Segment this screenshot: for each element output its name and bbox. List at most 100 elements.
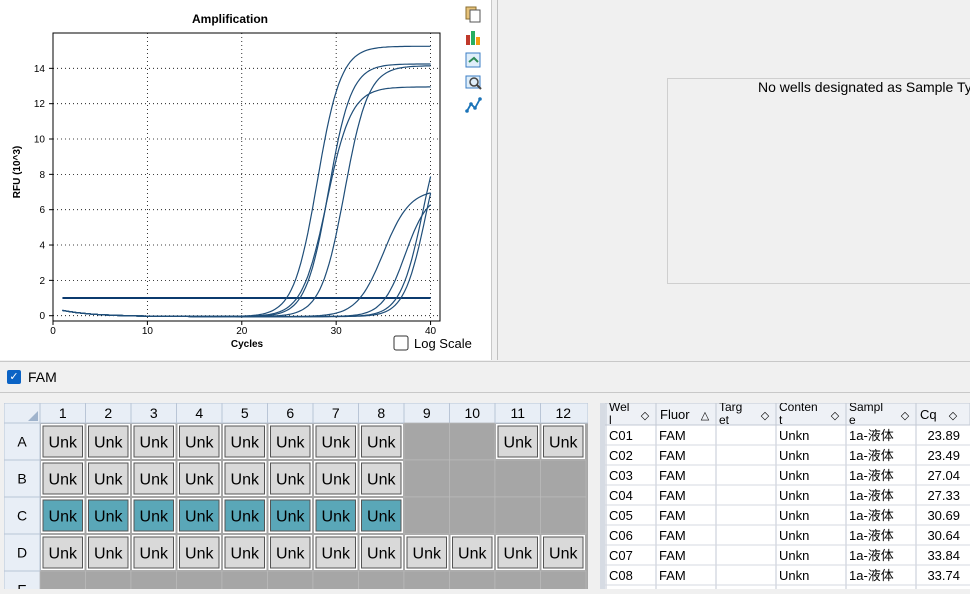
table-cell[interactable]: Unkn [779,488,809,503]
empty-well[interactable] [358,570,405,594]
trend-line-icon[interactable] [465,97,482,113]
table-cell[interactable]: C03 [609,468,633,483]
empty-well[interactable] [403,496,450,535]
well-content-label: Unk [231,435,260,452]
column-header[interactable]: 12 [555,405,571,421]
table-cell[interactable]: C06 [609,528,633,543]
empty-well[interactable] [39,570,86,594]
empty-well[interactable] [267,570,314,594]
column-header[interactable]: 3 [150,405,158,421]
column-header[interactable]: Wel [609,400,629,414]
empty-well[interactable] [449,459,496,498]
well-data-table: Wel l ◇ Fluor △ Targ et ◇ Conten t ◇ Sampl e ◇ Cq ◇ C01 F… [599,400,970,589]
table-cell[interactable]: Unkn [779,568,809,583]
table-cell[interactable]: FAM [659,468,686,483]
column-header[interactable]: Conten [779,400,818,414]
table-cell[interactable]: C01 [609,428,633,443]
pane-splitter[interactable] [492,0,498,360]
table-cell[interactable]: C02 [609,448,633,463]
column-header[interactable]: 10 [464,405,480,421]
column-header[interactable]: 1 [59,405,67,421]
table-cell[interactable]: 1a-液体 [849,528,894,543]
table-cell[interactable]: 30.69 [927,508,960,523]
table-cell[interactable]: 1a-液体 [849,508,894,523]
empty-well[interactable] [540,496,587,535]
empty-well[interactable] [494,496,541,535]
empty-well[interactable] [540,459,587,498]
empty-well[interactable] [494,459,541,498]
table-cell[interactable]: FAM [659,548,686,563]
table-cell[interactable]: 23.89 [927,428,960,443]
empty-well[interactable] [540,570,587,594]
fam-checkbox[interactable]: ✓ [7,370,21,384]
y-tick-label: 0 [39,311,45,322]
table-cell[interactable]: C04 [609,488,633,503]
table-cell[interactable]: 1a-液体 [849,548,894,563]
table-cell[interactable]: FAM [659,428,686,443]
empty-well[interactable] [403,459,450,498]
table-cell[interactable]: 1a-液体 [849,488,894,503]
sort-icon[interactable]: △ [701,410,710,422]
table-cell[interactable]: 1a-液体 [849,448,894,463]
column-header[interactable]: 8 [377,405,385,421]
column-header[interactable]: 5 [241,405,249,421]
table-cell[interactable]: Unkn [779,448,809,463]
table-cell[interactable]: Unkn [779,468,809,483]
table-cell[interactable]: FAM [659,448,686,463]
empty-well[interactable] [494,570,541,594]
table-cell[interactable]: FAM [659,508,686,523]
table-cell[interactable]: 23.49 [927,448,960,463]
table-cell[interactable]: C05 [609,508,633,523]
empty-well[interactable] [312,570,359,594]
table-cell[interactable]: C08 [609,568,633,583]
empty-well[interactable] [449,496,496,535]
empty-well[interactable] [221,570,268,594]
table-cell[interactable]: Unkn [779,508,809,523]
log-scale-label: Log Scale [414,336,472,351]
sort-icon[interactable]: ◇ [641,410,650,422]
table-cell[interactable]: 33.84 [927,548,960,563]
table-cell[interactable]: 30.64 [927,528,960,543]
column-header[interactable]: 9 [423,405,431,421]
well-content-label: Unk [49,435,78,452]
empty-well[interactable] [449,570,496,594]
table-cell[interactable]: Unkn [779,528,809,543]
table-cell[interactable]: FAM [659,528,686,543]
empty-well[interactable] [449,422,496,461]
refresh-icon[interactable] [465,52,481,68]
sort-icon[interactable]: ◇ [901,410,910,422]
sort-icon[interactable]: ◇ [761,410,770,422]
sort-icon[interactable]: ◇ [831,410,840,422]
table-cell[interactable]: 1a-液体 [849,468,894,483]
well-content-label: Unk [276,509,305,526]
table-cell[interactable]: 1a-液体 [849,428,894,443]
column-header[interactable]: 4 [195,405,203,421]
log-scale-checkbox[interactable] [393,335,409,351]
empty-well[interactable] [403,570,450,594]
table-cell[interactable]: Unkn [779,548,809,563]
column-header[interactable]: Cq [920,407,937,422]
zoom-chart-icon[interactable] [465,75,482,90]
table-cell[interactable]: C07 [609,548,633,563]
table-cell[interactable]: 27.04 [927,468,960,483]
column-header[interactable]: 2 [104,405,112,421]
table-cell[interactable]: 1a-液体 [849,568,894,583]
table-cell[interactable]: FAM [659,488,686,503]
no-wells-message: No wells designated as Sample Ty [758,79,970,95]
column-header[interactable]: Fluor [660,407,690,422]
column-header[interactable]: 7 [332,405,340,421]
column-header[interactable]: 11 [510,405,525,421]
copy-icon[interactable] [465,6,481,23]
sort-icon[interactable]: ◇ [949,410,958,422]
table-cell[interactable]: FAM [659,568,686,583]
table-cell[interactable]: 33.74 [927,568,960,583]
well-content-label: Unk [49,546,78,563]
empty-well[interactable] [85,570,132,594]
empty-well[interactable] [130,570,177,594]
column-header[interactable]: 6 [286,405,294,421]
table-cell[interactable]: Unkn [779,428,809,443]
table-cell[interactable]: 27.33 [927,488,960,503]
empty-well[interactable] [176,570,223,594]
empty-well[interactable] [403,422,450,461]
chart-export-icon[interactable] [466,31,480,45]
